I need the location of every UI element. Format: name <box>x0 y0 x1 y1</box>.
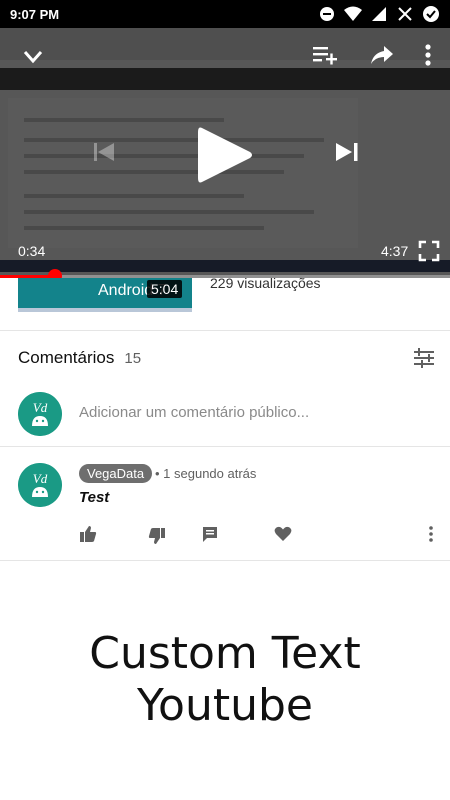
video-player[interactable]: 0:34 4:37 <box>0 28 450 278</box>
comment-time: • 1 segundo atrás <box>155 466 257 481</box>
custom-text-block: Custom Text Youtube <box>0 628 450 732</box>
status-bar: 9:07 PM <box>0 0 450 28</box>
total-duration: 4:37 <box>381 243 409 259</box>
related-video-views: 229 visualizações <box>210 275 321 291</box>
comment-author-avatar[interactable]: Vd <box>18 463 62 507</box>
svg-text:Vd: Vd <box>33 471 48 486</box>
like-icon[interactable] <box>78 524 98 544</box>
status-icons <box>318 5 440 23</box>
next-icon[interactable] <box>334 140 360 164</box>
add-to-queue-icon[interactable] <box>312 44 338 66</box>
play-icon[interactable] <box>196 124 254 186</box>
previous-icon[interactable] <box>92 140 116 164</box>
comments-count: 15 <box>124 349 142 367</box>
heart-icon[interactable] <box>273 524 293 544</box>
fullscreen-icon[interactable] <box>418 240 440 262</box>
do-not-disturb-icon <box>318 5 336 23</box>
dislike-icon[interactable] <box>147 526 167 546</box>
comments-title: Comentários <box>18 348 115 367</box>
wifi-icon <box>344 5 362 23</box>
custom-text-line-2: Youtube <box>137 680 313 731</box>
divider <box>0 330 450 331</box>
comment-menu-icon[interactable] <box>421 524 441 544</box>
no-sim-icon <box>396 5 414 23</box>
battery-icon <box>422 5 440 23</box>
user-avatar: Vd <box>18 392 62 436</box>
more-options-icon[interactable] <box>418 43 438 67</box>
svg-text:Vd: Vd <box>33 400 48 415</box>
divider <box>0 560 450 561</box>
signal-icon <box>370 5 388 23</box>
current-time: 0:34 <box>18 243 46 259</box>
reply-icon[interactable] <box>200 524 220 544</box>
comments-header[interactable]: Comentários 15 <box>18 348 141 368</box>
custom-text-line-1: Custom Text <box>89 628 361 679</box>
sort-comments-icon[interactable] <box>412 346 436 370</box>
share-icon[interactable] <box>370 44 394 66</box>
add-comment-input[interactable]: Adicionar um comentário público... <box>79 404 309 421</box>
comment-author[interactable]: VegaData <box>79 464 153 483</box>
related-video-duration: 5:04 <box>147 280 183 298</box>
minimize-icon[interactable] <box>22 46 44 68</box>
status-time: 9:07 PM <box>10 6 60 22</box>
divider <box>0 446 450 447</box>
comment-text: Test <box>79 489 110 506</box>
